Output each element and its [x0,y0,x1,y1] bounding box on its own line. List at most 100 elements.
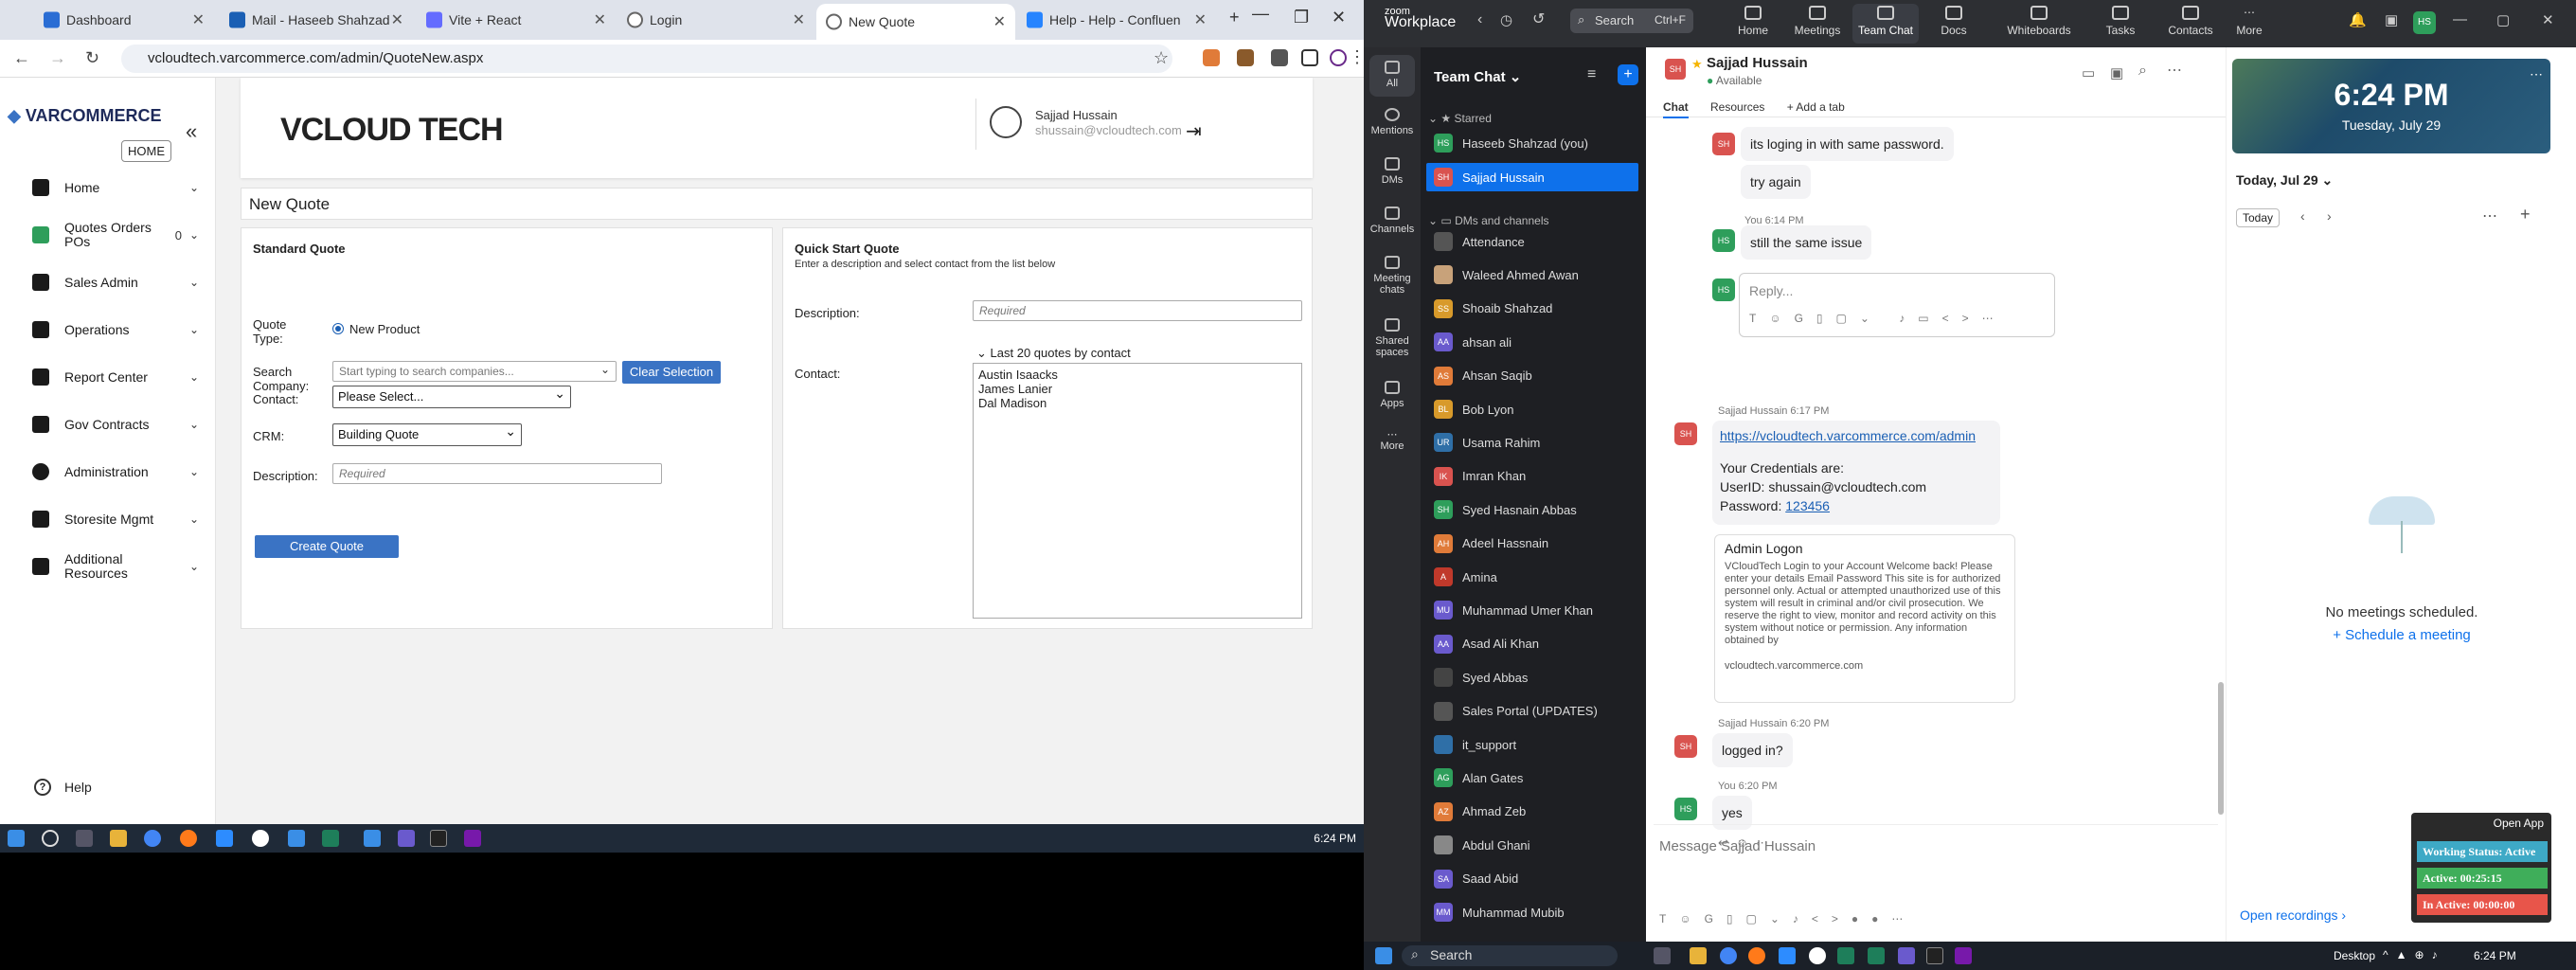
close-icon[interactable]: ✕ [192,10,205,29]
starred-item[interactable]: HS Haseeb Shahzad (you) [1426,129,1638,157]
rail-more[interactable]: ⋯ More [1364,428,1421,452]
extensions-puzzle-icon[interactable] [1271,49,1288,66]
tab-mail[interactable]: Mail - Haseeb Shahzad ✕ [220,6,413,34]
app-icon[interactable]: ▣ [2385,11,2398,28]
starred-item[interactable]: SH Sajjad Hussain [1426,163,1638,191]
tab-dashboard[interactable]: Dashboard ✕ [34,6,214,34]
contact-item[interactable]: BL Bob Lyon [1426,395,1638,423]
compose-toolbar[interactable]: T☺G▯▢⌄♪<>●●⋯ [1659,912,1916,925]
contact-item[interactable]: AA ahsan ali [1426,328,1638,356]
tab-contacts[interactable]: Contacts [2157,6,2224,37]
url-field[interactable]: vcloudtech.varcommerce.com/admin/QuoteNe… [121,45,1172,73]
video-icon[interactable]: ▭ [2082,64,2095,81]
onenote-icon[interactable] [1955,947,1972,964]
onenote-icon[interactable] [464,830,481,847]
new-tab-icon[interactable]: + [1229,8,1240,27]
tab-new-quote[interactable]: New Quote ✕ [816,4,1015,40]
open-recordings-link[interactable]: Open recordings › [2240,907,2346,923]
credentials-link[interactable]: https://vcloudtech.varcommerce.com/admin [1720,426,1993,445]
app-icon[interactable] [322,830,339,847]
schedule-meeting-link[interactable]: + Schedule a meeting [2227,627,2576,643]
more-icon[interactable]: ⋯ [2530,66,2543,82]
sidebar-item-operations[interactable]: Operations ⌄ [32,311,203,349]
dms-channels-section[interactable]: ⌄ ▭ DMs and channels [1428,214,1548,227]
taskbar-search[interactable]: ⌕ Search [1402,945,1618,966]
sidebar-item-report-center[interactable]: Report Center ⌄ [32,358,203,396]
tab-add[interactable]: + Add a tab [1787,100,1845,114]
firefox-icon[interactable] [1748,947,1765,964]
home-badge[interactable]: HOME [121,140,171,162]
contact-item[interactable]: AS Ahsan Saqib [1426,362,1638,390]
contact-item[interactable]: AA Asad Ali Khan [1426,630,1638,658]
zoom-search[interactable]: ⌕ Search Ctrl+F [1570,9,1693,33]
tab-vite[interactable]: Vite + React ✕ [417,6,616,34]
zoom-icon[interactable] [216,830,233,847]
last-quotes-toggle[interactable]: ⌄ Last 20 quotes by contact [976,346,1131,360]
tab-docs[interactable]: Docs [1921,6,1987,37]
app-icon[interactable] [1837,947,1854,964]
close-window-icon[interactable]: ✕ [1332,8,1346,27]
app-icon[interactable] [364,830,381,847]
contact-item[interactable]: A Amina [1426,563,1638,591]
contact-item[interactable]: SA Saad Abid [1426,865,1638,893]
contact-item[interactable]: Syed Abbas [1426,663,1638,692]
contact-item[interactable]: Attendance [1426,227,1638,256]
search-icon[interactable]: ⌕ [2138,63,2147,80]
sidebar-item-sales-admin[interactable]: Sales Admin ⌄ [32,263,203,301]
tab-login[interactable]: Login ✕ [617,6,814,34]
contact-item[interactable]: SS Shoaib Shahzad [1426,295,1638,323]
message[interactable]: its loging in with same password. [1741,127,1954,161]
more-icon[interactable]: ⋯ [2167,61,2182,80]
sidebar-icon[interactable] [1301,49,1318,66]
task-view-icon[interactable] [1654,947,1671,964]
windows-start-icon[interactable] [8,830,25,847]
tab-help[interactable]: Help - Help - Confluen ✕ [1017,6,1216,34]
system-tray-icons[interactable]: ^▲⊕♪ [2383,948,2445,961]
link-preview[interactable]: Admin Logon VCloudTech Login to your Acc… [1714,534,2015,703]
task-view-icon[interactable] [76,830,93,847]
close-icon[interactable]: ✕ [594,10,606,29]
contact-select[interactable]: Please Select... [332,386,571,408]
sidebar-item-gov-contracts[interactable]: Gov Contracts ⌄ [32,405,203,443]
contact-item[interactable]: MM Muhammad Mubib [1426,898,1638,926]
clear-selection-button[interactable]: Clear Selection [622,361,721,384]
more-icon[interactable]: ⋯ [2482,207,2497,225]
tab-whiteboards[interactable]: Whiteboards [2000,6,2078,37]
back-icon[interactable]: ← [13,48,30,68]
tab-tasks[interactable]: Tasks [2087,6,2154,37]
star-icon[interactable]: ★ [1691,57,1703,72]
terminal-icon[interactable] [1926,947,1943,964]
sidebar-item-additional[interactable]: Additional Resources ⌄ [32,548,203,585]
list-item[interactable]: Dal Madison [978,396,1297,410]
tab-more[interactable]: ⋯ More [2216,6,2282,37]
message-credentials[interactable]: https://vcloudtech.varcommerce.com/admin… [1712,421,2000,525]
close-icon[interactable]: ✕ [993,12,1006,31]
new-chat-button[interactable]: + [1618,64,1638,85]
rail-mentions[interactable]: Mentions [1364,108,1421,136]
tab-meetings[interactable]: Meetings [1784,6,1851,37]
add-icon[interactable]: + [2520,205,2531,225]
open-app-link[interactable]: Open App [2494,817,2544,830]
quick-description-input[interactable]: Required [973,300,1302,321]
filter-icon[interactable]: ≡ [1587,66,1596,83]
contact-listbox[interactable]: Austin Isaacks James Lanier Dal Madison [973,363,1302,619]
firefox-icon[interactable] [180,830,197,847]
sidebar-item-storesite[interactable]: Storesite Mgmt ⌄ [32,500,203,538]
compose-box[interactable]: Message Sajjad Hussain T☺G▯▢⌄♪<>●●⋯ [1654,824,2218,928]
contact-item[interactable]: MU Muhammad Umer Khan [1426,596,1638,624]
contact-item[interactable]: it_support [1426,730,1638,759]
message[interactable]: try again [1741,165,1811,199]
format-toolbar[interactable]: T☺G▯▢⌄ ♪▭<>⋯ [1749,312,2007,325]
rail-dms[interactable]: DMs [1364,157,1421,186]
tab-team-chat[interactable]: Team Chat [1852,4,1919,44]
sidebar-item-quotes[interactable]: Quotes Orders POs 0 ⌄ [32,216,203,254]
app-icon[interactable] [252,830,269,847]
scrollbar[interactable] [2218,682,2224,815]
contact-item[interactable]: IK Imran Khan [1426,462,1638,491]
rail-shared-spaces[interactable]: Shared spaces [1364,318,1421,358]
restore-icon[interactable]: ▢ [2496,11,2510,28]
forward-icon[interactable]: → [49,48,66,68]
help-link[interactable]: ? Help [34,779,92,796]
close-icon[interactable]: ✕ [793,10,805,29]
contact-item[interactable]: UR Usama Rahim [1426,428,1638,457]
